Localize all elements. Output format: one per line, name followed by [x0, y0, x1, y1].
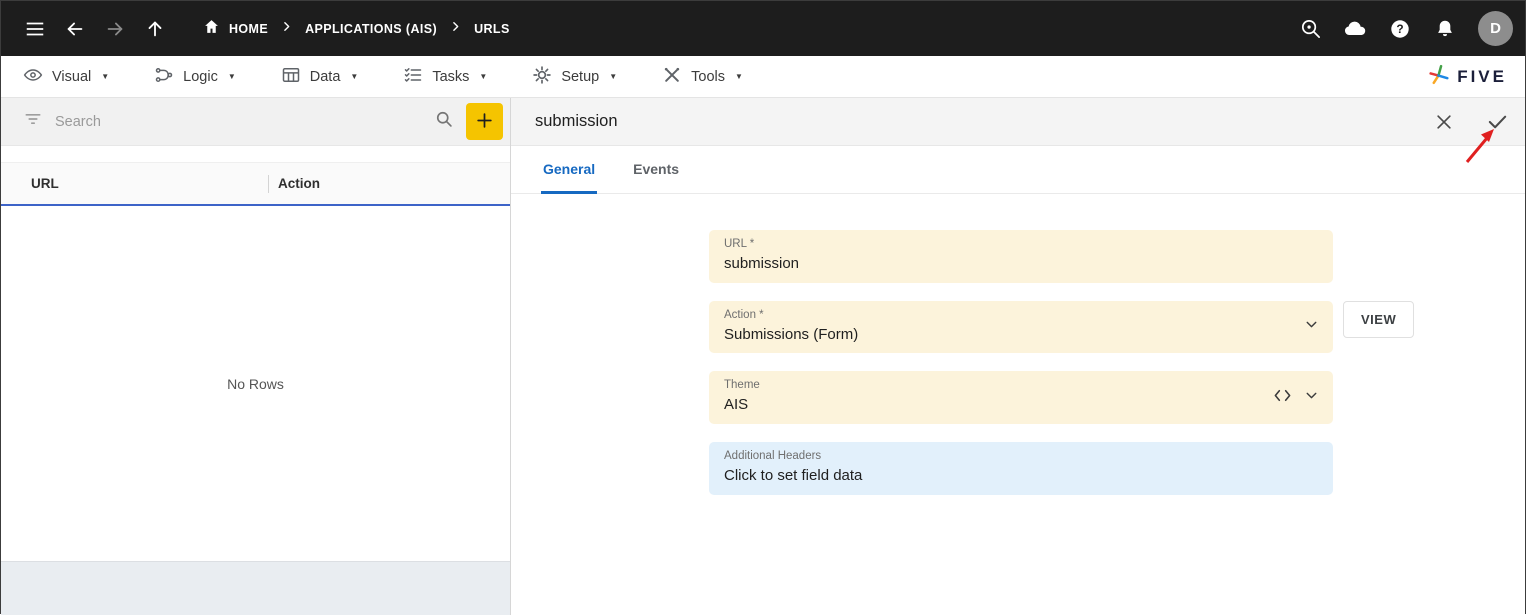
- breadcrumb-applications[interactable]: APPLICATIONS (AIS): [305, 22, 437, 36]
- save-check-icon[interactable]: [1483, 108, 1511, 136]
- caret-down-icon: ▼: [735, 72, 743, 81]
- back-icon[interactable]: [55, 9, 95, 49]
- form-header-actions: [1430, 108, 1511, 136]
- caret-down-icon: ▼: [228, 72, 236, 81]
- chevron-down-icon[interactable]: [1303, 387, 1320, 409]
- forward-icon[interactable]: [95, 9, 135, 49]
- chevron-right-icon: [280, 20, 293, 38]
- table-icon: [281, 65, 301, 89]
- avatar-initial: D: [1490, 20, 1501, 37]
- code-icon[interactable]: [1273, 388, 1292, 408]
- form-header: submission: [511, 98, 1525, 146]
- svg-text:?: ?: [1396, 22, 1403, 36]
- main-area: URL Action No Rows submission: [1, 98, 1525, 615]
- action-row: Action * Submissions (Form) VIEW: [709, 301, 1525, 354]
- menu-visual[interactable]: Visual ▼: [23, 65, 109, 89]
- breadcrumb-label: HOME: [229, 22, 268, 36]
- gear-icon: [532, 65, 552, 89]
- menu-setup[interactable]: Setup ▼: [532, 65, 617, 89]
- column-header-url[interactable]: URL: [1, 176, 268, 191]
- menu-icon[interactable]: [15, 9, 55, 49]
- home-icon: [203, 18, 220, 40]
- notifications-icon[interactable]: [1425, 9, 1465, 49]
- column-header-action[interactable]: Action: [269, 176, 320, 191]
- url-list-panel: URL Action No Rows: [1, 98, 511, 615]
- caret-down-icon: ▼: [101, 72, 109, 81]
- field-value: submission: [724, 255, 1287, 274]
- view-button[interactable]: VIEW: [1343, 301, 1414, 338]
- assistant-icon[interactable]: [1335, 9, 1375, 49]
- eye-icon: [23, 65, 43, 89]
- breadcrumb-home[interactable]: HOME: [203, 18, 268, 40]
- breadcrumb-label: URLS: [474, 22, 510, 36]
- help-icon[interactable]: ?: [1380, 9, 1420, 49]
- field-value: AIS: [724, 396, 1287, 415]
- empty-state-text: No Rows: [227, 376, 284, 392]
- tools-icon: [662, 65, 682, 89]
- plus-icon: [475, 111, 494, 133]
- brand-text: FIVE: [1457, 67, 1507, 87]
- tab-general[interactable]: General: [541, 146, 597, 194]
- logic-icon: [154, 65, 174, 89]
- field-action[interactable]: Action * Submissions (Form): [709, 301, 1333, 354]
- breadcrumb: HOME APPLICATIONS (AIS) URLS: [203, 18, 510, 40]
- field-label: URL *: [724, 237, 1287, 252]
- form-tabs: General Events: [511, 146, 1525, 194]
- five-logo[interactable]: FIVE: [1427, 62, 1507, 92]
- table-header: URL Action: [1, 162, 510, 206]
- menu-tools[interactable]: Tools ▼: [662, 65, 743, 89]
- checklist-icon: [403, 65, 423, 89]
- breadcrumb-urls[interactable]: URLS: [474, 22, 510, 36]
- tab-events[interactable]: Events: [631, 146, 681, 194]
- form-panel: submission General Events URL * submissi…: [511, 98, 1525, 615]
- menu-data[interactable]: Data ▼: [281, 65, 359, 89]
- breadcrumb-label: APPLICATIONS (AIS): [305, 22, 437, 36]
- menu-label: Logic: [183, 69, 218, 85]
- field-label: Theme: [724, 378, 1287, 393]
- caret-down-icon: ▼: [609, 72, 617, 81]
- avatar[interactable]: D: [1478, 11, 1513, 46]
- field-value: Click to set field data: [724, 467, 1287, 486]
- field-additional-headers[interactable]: Additional Headers Click to set field da…: [709, 442, 1333, 495]
- up-icon[interactable]: [135, 9, 175, 49]
- field-label: Action *: [724, 308, 1287, 323]
- add-button[interactable]: [466, 103, 503, 140]
- menu-label: Visual: [52, 69, 91, 85]
- form-body: URL * submission Action * Submissions (F…: [511, 194, 1525, 513]
- field-url[interactable]: URL * submission: [709, 230, 1333, 283]
- field-label: Additional Headers: [724, 449, 1287, 464]
- five-logo-icon: [1427, 62, 1452, 92]
- menu-label: Setup: [561, 69, 599, 85]
- chevron-down-icon[interactable]: [1303, 316, 1320, 338]
- menu-logic[interactable]: Logic ▼: [154, 65, 236, 89]
- menubar: Visual ▼ Logic ▼ Data ▼ Tasks ▼ Setup ▼ …: [1, 56, 1525, 98]
- menu-tasks[interactable]: Tasks ▼: [403, 65, 487, 89]
- caret-down-icon: ▼: [350, 72, 358, 81]
- search-bar: [1, 98, 510, 146]
- filter-icon[interactable]: [23, 109, 43, 134]
- search-input[interactable]: [55, 114, 422, 130]
- table-body: No Rows: [1, 206, 510, 561]
- menu-label: Tasks: [432, 69, 469, 85]
- search-icon[interactable]: [434, 109, 454, 134]
- menu-label: Tools: [691, 69, 725, 85]
- chevron-right-icon: [449, 20, 462, 38]
- form-title: submission: [535, 112, 618, 131]
- field-value: Submissions (Form): [724, 326, 1287, 345]
- field-theme[interactable]: Theme AIS: [709, 371, 1333, 424]
- close-icon[interactable]: [1430, 108, 1458, 136]
- topbar-actions: ? D: [1290, 9, 1513, 49]
- caret-down-icon: ▼: [479, 72, 487, 81]
- menu-label: Data: [310, 69, 341, 85]
- topbar: HOME APPLICATIONS (AIS) URLS ? D: [1, 1, 1525, 56]
- inspect-icon[interactable]: [1290, 9, 1330, 49]
- table-footer: [1, 561, 510, 615]
